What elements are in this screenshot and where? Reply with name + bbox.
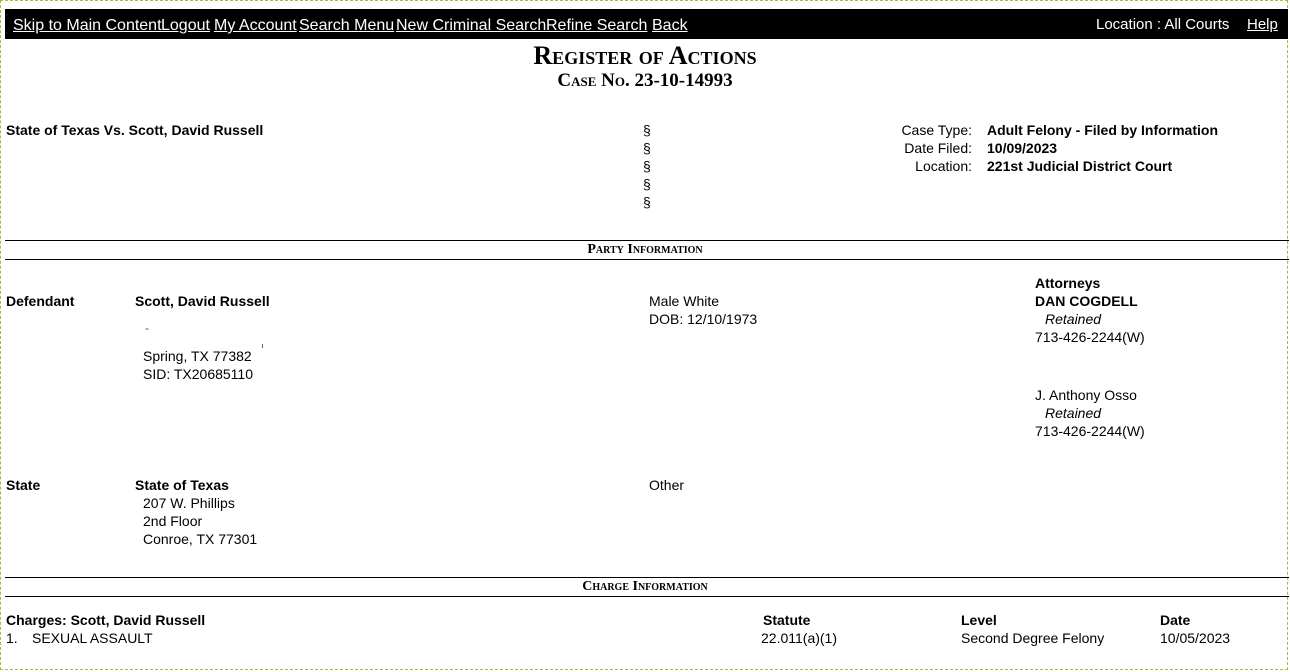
date-filed-label: Date Filed: — [904, 140, 972, 156]
case-style: State of Texas Vs. Scott, David Russell — [6, 122, 264, 138]
charge-information-heading: Charge Information — [582, 579, 708, 594]
location-value: 221st Judicial District Court — [987, 158, 1173, 174]
section-mark: § — [643, 176, 651, 192]
state-address-line: 2nd Floor — [143, 513, 203, 529]
defendant-name: Scott, David Russell — [135, 293, 270, 309]
defendant-dob: DOB: 12/10/1973 — [649, 311, 758, 327]
defendant-sid: SID: TX20685110 — [143, 366, 254, 382]
charge-date: 10/05/2023 — [1160, 630, 1231, 646]
search-menu-link[interactable]: Search Menu — [299, 17, 394, 35]
section-divider — [5, 596, 1289, 597]
state-name: State of Texas — [135, 477, 229, 493]
state-address-line: 207 W. Phillips — [143, 495, 235, 511]
charge-statute: 22.011(a)(1) — [761, 630, 838, 646]
charge-level: Second Degree Felony — [961, 630, 1105, 646]
attorney-name: J. Anthony Osso — [1035, 387, 1137, 403]
redaction-mark — [262, 344, 263, 348]
top-navigation-bar: Skip to Main Content Logout My Account S… — [5, 9, 1288, 39]
case-type-value: Adult Felony - Filed by Information — [987, 122, 1218, 138]
location-indicator: Location : All Courts — [1096, 16, 1230, 33]
state-party-type: Other — [649, 477, 685, 493]
attorney-status: Retained — [1045, 311, 1102, 327]
date-filed-value: 10/09/2023 — [987, 140, 1058, 156]
state-address-line: Conroe, TX 77301 — [143, 531, 258, 547]
date-column-header: Date — [1160, 612, 1191, 628]
defendant-role: Defendant — [6, 293, 75, 309]
section-mark: § — [643, 158, 651, 174]
section-divider — [5, 240, 1289, 241]
attorney-phone: 713-426-2244(W) — [1035, 423, 1145, 439]
logout-link[interactable]: Logout — [161, 17, 210, 35]
case-type-label: Case Type: — [901, 122, 972, 138]
attorney-phone: 713-426-2244(W) — [1035, 329, 1145, 345]
new-criminal-search-link[interactable]: New Criminal Search — [396, 17, 546, 35]
section-mark: § — [643, 194, 651, 210]
attorney-name: DAN COGDELL — [1035, 293, 1138, 309]
skip-to-main-content-link[interactable]: Skip to Main Content — [13, 17, 162, 35]
charge-row-number: 1. — [6, 630, 18, 646]
attorney-status: Retained — [1045, 405, 1102, 421]
defendant-city: Spring, TX 77382 — [143, 348, 252, 364]
section-mark: § — [643, 122, 651, 138]
charges-heading: Charges: Scott, David Russell — [6, 612, 206, 628]
state-role: State — [6, 477, 41, 493]
location-label: Location: — [915, 158, 972, 174]
attorneys-label: Attorneys — [1035, 275, 1101, 291]
party-information-heading: Party Information — [587, 242, 703, 257]
refine-search-link[interactable]: Refine Search — [546, 17, 647, 35]
defendant-address-line: - — [145, 321, 149, 335]
section-mark: § — [643, 140, 651, 156]
section-divider — [5, 259, 1289, 260]
level-column-header: Level — [961, 612, 997, 628]
statute-column-header: Statute — [763, 612, 811, 628]
case-number: Case No. 23-10-14993 — [557, 70, 733, 91]
help-link[interactable]: Help — [1247, 16, 1278, 33]
page-title: Register of Actions — [533, 41, 757, 70]
my-account-link[interactable]: My Account — [214, 17, 297, 35]
back-link[interactable]: Back — [652, 17, 688, 35]
charge-offense: SEXUAL ASSAULT — [32, 630, 153, 646]
defendant-gender-race: Male White — [649, 293, 720, 309]
section-divider — [5, 577, 1289, 578]
